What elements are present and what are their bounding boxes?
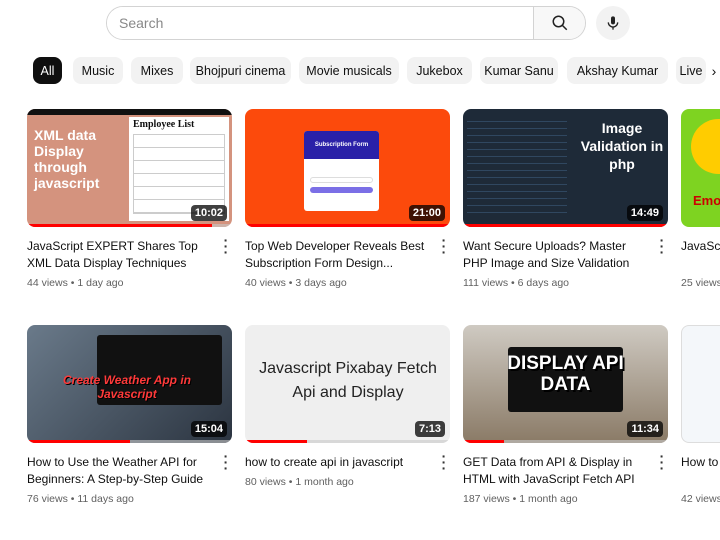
video-title[interactable]: JavaScript EXPERT Shares Top XML Data Di… <box>27 238 232 272</box>
mic-icon <box>607 16 619 30</box>
video-title[interactable]: Top Web Developer Reveals Best Subscript… <box>245 238 450 272</box>
video-card[interactable]: Javascript Pixabay Fetch Api and Display… <box>245 325 450 488</box>
video-meta: 80 views • 1 month ago <box>245 476 354 488</box>
search-bar <box>106 6 586 40</box>
video-card[interactable]: Create Weather App in Javascript 15:04 H… <box>27 325 232 505</box>
video-thumbnail[interactable]: DISPLAY API DATA 11:34 <box>463 325 668 443</box>
search-icon <box>552 15 567 31</box>
thumbnail-text: DISPLAY API DATA <box>507 353 624 395</box>
chip-live[interactable]: Live <box>676 57 706 84</box>
watch-progress <box>463 224 668 227</box>
video-thumbnail[interactable]: Create Weather App in Javascript 15:04 <box>27 325 232 443</box>
video-card[interactable]: How to hindi tra 42 views <box>681 325 720 505</box>
video-card[interactable]: Subscription Form 21:00 Top Web Develope… <box>245 109 450 289</box>
video-card[interactable]: XML data Display through javascript Empl… <box>27 109 232 289</box>
search-input[interactable] <box>107 7 533 39</box>
more-options-icon[interactable]: · · · <box>658 449 666 475</box>
more-options-icon[interactable]: · · · <box>440 233 448 259</box>
chip-kumar-sanu[interactable]: Kumar Sanu <box>480 57 558 84</box>
duration-badge: 7:13 <box>414 421 445 437</box>
watch-progress <box>245 224 450 227</box>
video-meta: 76 views • 11 days ago <box>27 493 134 505</box>
thumbnail-text: Subscription Form <box>304 131 379 159</box>
more-options-icon[interactable]: · · · <box>222 233 230 259</box>
voice-search-button[interactable] <box>596 6 630 40</box>
chip-akshay-kumar[interactable]: Akshay Kumar <box>567 57 668 84</box>
more-options-icon[interactable]: · · · <box>440 449 448 475</box>
video-thumbnail[interactable]: Subscription Form 21:00 <box>245 109 450 227</box>
chip-music[interactable]: Music <box>73 57 123 84</box>
thumbnail-subtext: Employee List <box>133 119 195 130</box>
video-meta: 40 views • 3 days ago <box>245 277 347 289</box>
video-title[interactable]: JavaScript Emojis <box>681 238 720 272</box>
watch-progress <box>27 440 130 443</box>
video-meta: 42 views <box>681 493 720 505</box>
video-thumbnail[interactable]: Emo <box>681 109 720 227</box>
chip-jukebox[interactable]: Jukebox <box>407 57 472 84</box>
chip-all[interactable]: All <box>33 57 62 84</box>
chip-movie-musicals[interactable]: Movie musicals <box>299 57 399 84</box>
watch-progress <box>245 440 307 443</box>
thumbnail-text: Emo <box>693 193 720 208</box>
video-thumbnail[interactable] <box>681 325 720 443</box>
video-card[interactable]: Emo JavaScript Emojis 25 views <box>681 109 720 289</box>
watch-progress <box>27 224 212 227</box>
more-options-icon[interactable]: · · · <box>222 449 230 475</box>
video-card[interactable]: Image Validation in php 14:49 Want Secur… <box>463 109 668 289</box>
chip-mixes[interactable]: Mixes <box>131 57 183 84</box>
video-title[interactable]: How to hindi tra <box>681 454 720 488</box>
video-meta: 111 views • 6 days ago <box>463 277 570 289</box>
thumbnail-text: Javascript Pixabay Fetch Api and Display <box>259 360 437 401</box>
thumbnail-text: XML data Display through javascript <box>34 127 100 191</box>
search-button[interactable] <box>533 7 585 39</box>
video-title[interactable]: How to Use the Weather API for Beginners… <box>27 454 232 488</box>
duration-badge: 15:04 <box>190 421 227 437</box>
duration-badge: 10:02 <box>190 205 227 221</box>
watch-progress <box>463 440 504 443</box>
video-card[interactable]: DISPLAY API DATA 11:34 GET Data from API… <box>463 325 668 505</box>
chevron-right-icon[interactable]: › <box>708 57 720 84</box>
video-meta: 44 views • 1 day ago <box>27 277 124 289</box>
chip-bhojpuri-cinema[interactable]: Bhojpuri cinema <box>190 57 291 84</box>
video-thumbnail[interactable]: XML data Display through javascript Empl… <box>27 109 232 227</box>
more-options-icon[interactable]: · · · <box>658 233 666 259</box>
thumbnail-text: Image Validation in php <box>580 120 664 172</box>
video-thumbnail[interactable]: Javascript Pixabay Fetch Api and Display… <box>245 325 450 443</box>
video-meta: 25 views <box>681 277 720 289</box>
duration-badge: 11:34 <box>627 421 663 437</box>
duration-badge: 14:49 <box>626 205 663 221</box>
thumbnail-text: Create Weather App in Javascript <box>62 373 192 401</box>
video-title[interactable]: Want Secure Uploads? Master PHP Image an… <box>463 238 668 272</box>
duration-badge: 21:00 <box>408 205 445 221</box>
video-thumbnail[interactable]: Image Validation in php 14:49 <box>463 109 668 227</box>
video-title[interactable]: GET Data from API & Display in HTML with… <box>463 454 668 488</box>
video-meta: 187 views • 1 month ago <box>463 493 578 505</box>
thumbnail-form: Subscription Form <box>304 131 379 211</box>
